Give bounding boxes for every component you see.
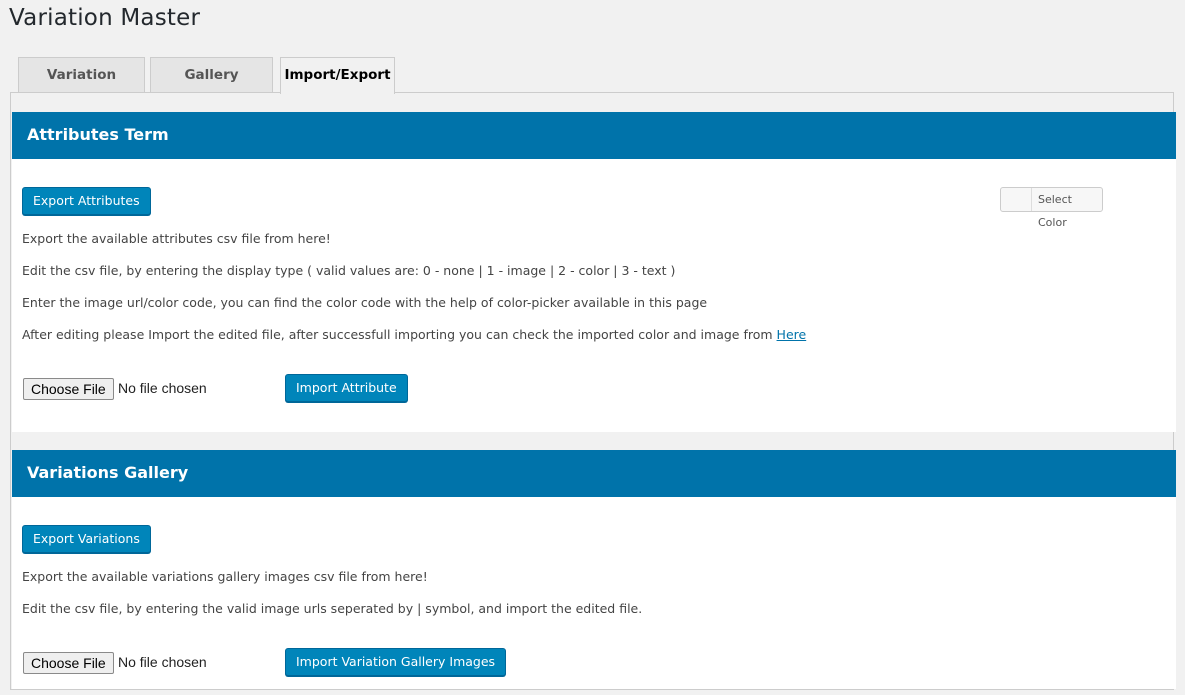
attributes-choose-file-button[interactable]: Choose File <box>23 378 114 400</box>
color-swatch <box>1001 188 1032 211</box>
attributes-line-2: Edit the csv file, by entering the displ… <box>22 263 676 278</box>
gallery-choose-file-button[interactable]: Choose File <box>23 652 114 674</box>
color-picker-label: Select Color <box>1038 193 1072 229</box>
here-link[interactable]: Here <box>777 327 807 342</box>
attributes-line-4-text: After editing please Import the edited f… <box>22 327 773 342</box>
attributes-line-4: After editing please Import the edited f… <box>22 327 806 342</box>
gallery-line-2: Edit the csv file, by entering the valid… <box>22 601 643 616</box>
attributes-file-status: No file chosen <box>118 380 207 396</box>
export-variations-button[interactable]: Export Variations <box>22 525 151 553</box>
color-picker-button[interactable]: Select Color <box>1000 187 1103 229</box>
attributes-line-1: Export the available attributes csv file… <box>22 231 331 246</box>
import-gallery-button[interactable]: Import Variation Gallery Images <box>285 648 507 676</box>
gallery-file-status: No file chosen <box>118 654 207 670</box>
page-title: Variation Master <box>9 5 201 31</box>
gallery-line-1: Export the available variations gallery … <box>22 569 428 584</box>
import-attribute-button[interactable]: Import Attribute <box>285 374 408 402</box>
attributes-section-header: Attributes Term <box>12 112 1176 159</box>
gallery-section-header: Variations Gallery <box>12 450 1176 497</box>
attributes-line-3: Enter the image url/color code, you can … <box>22 295 708 310</box>
tab-variation-master[interactable]: Variation Master <box>18 57 145 117</box>
export-attributes-button[interactable]: Export Attributes <box>22 187 151 215</box>
tab-import-export[interactable]: Import/Export <box>280 57 395 94</box>
tab-gallery-settings[interactable]: Gallery Settings <box>150 57 273 117</box>
